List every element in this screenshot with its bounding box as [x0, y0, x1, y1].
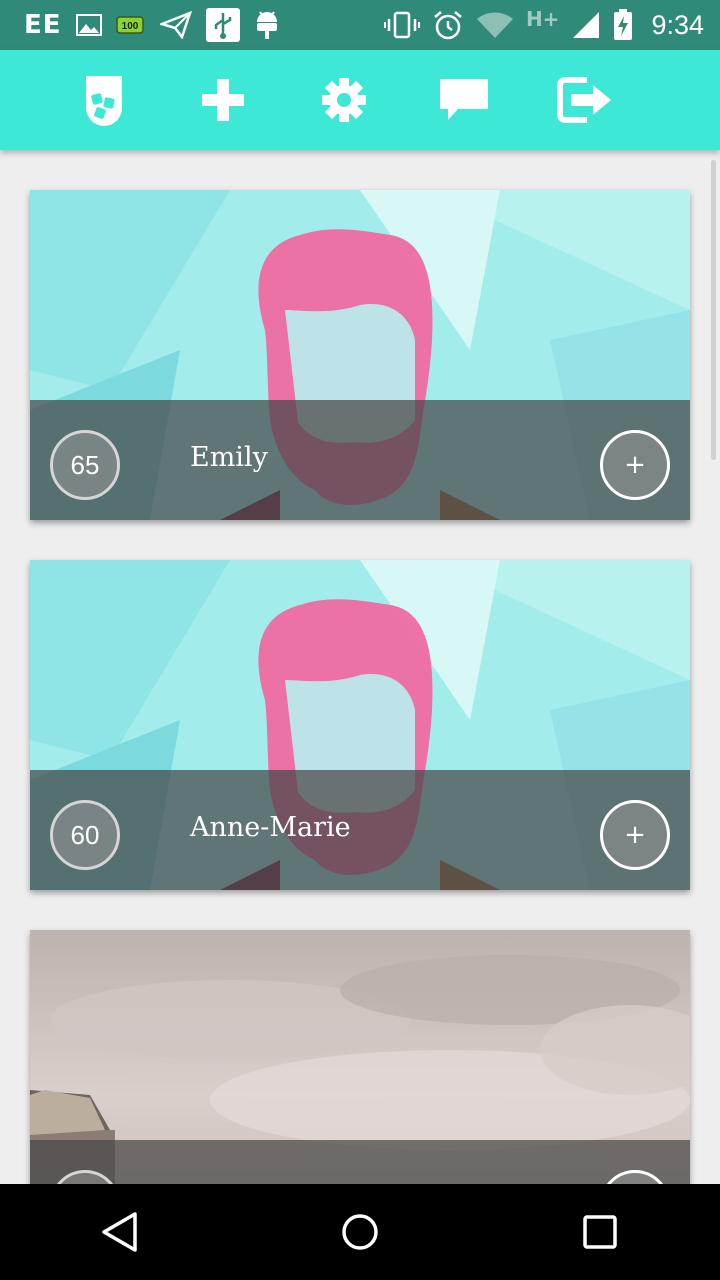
system-navigation-bar — [0, 1184, 720, 1280]
person-name: Anne-Marie — [190, 812, 351, 843]
chat-icon[interactable] — [434, 70, 494, 130]
settings-icon[interactable] — [314, 70, 374, 130]
home-icon[interactable] — [320, 1192, 400, 1272]
send-icon — [159, 11, 192, 39]
card-info-bar: 65 Emily + — [30, 400, 690, 520]
carrier-label: EE — [24, 10, 62, 40]
list-item[interactable]: 65 Emily + — [30, 190, 690, 520]
score-badge — [50, 1170, 120, 1184]
recents-icon[interactable] — [560, 1192, 640, 1272]
score-badge: 65 — [50, 430, 120, 500]
add-button[interactable] — [600, 1170, 670, 1184]
app-toolbar — [0, 50, 720, 150]
vibrate-icon — [383, 11, 420, 39]
list-item[interactable] — [30, 930, 690, 1184]
image-icon — [75, 14, 102, 36]
alarm-icon — [432, 9, 464, 41]
back-icon[interactable] — [80, 1192, 160, 1272]
friends-list[interactable]: 65 Emily + 60 Anne-Marie + — [0, 150, 720, 1184]
score-badge: 60 — [50, 800, 120, 870]
battery-charging-icon — [613, 9, 633, 41]
battery-100-icon: 100 — [115, 15, 146, 35]
add-icon[interactable] — [193, 70, 253, 130]
person-name: Emily — [190, 442, 268, 473]
android-icon — [254, 9, 280, 41]
logout-icon[interactable] — [555, 70, 615, 130]
wifi-icon — [476, 11, 514, 39]
svg-text:100: 100 — [121, 21, 138, 32]
usb-icon — [205, 8, 240, 42]
clock: 9:34 — [651, 9, 704, 40]
cup-icon[interactable] — [74, 70, 134, 130]
scrollbar[interactable] — [711, 160, 716, 460]
signal-icon — [571, 10, 601, 40]
card-info-bar — [30, 1140, 690, 1184]
card-info-bar: 60 Anne-Marie + — [30, 770, 690, 890]
add-button[interactable]: + — [600, 800, 670, 870]
status-bar: EE 100 H+ 9:34 — [0, 0, 720, 50]
network-type-label: H+ — [525, 7, 560, 31]
list-item[interactable]: 60 Anne-Marie + — [30, 560, 690, 890]
add-button[interactable]: + — [600, 430, 670, 500]
